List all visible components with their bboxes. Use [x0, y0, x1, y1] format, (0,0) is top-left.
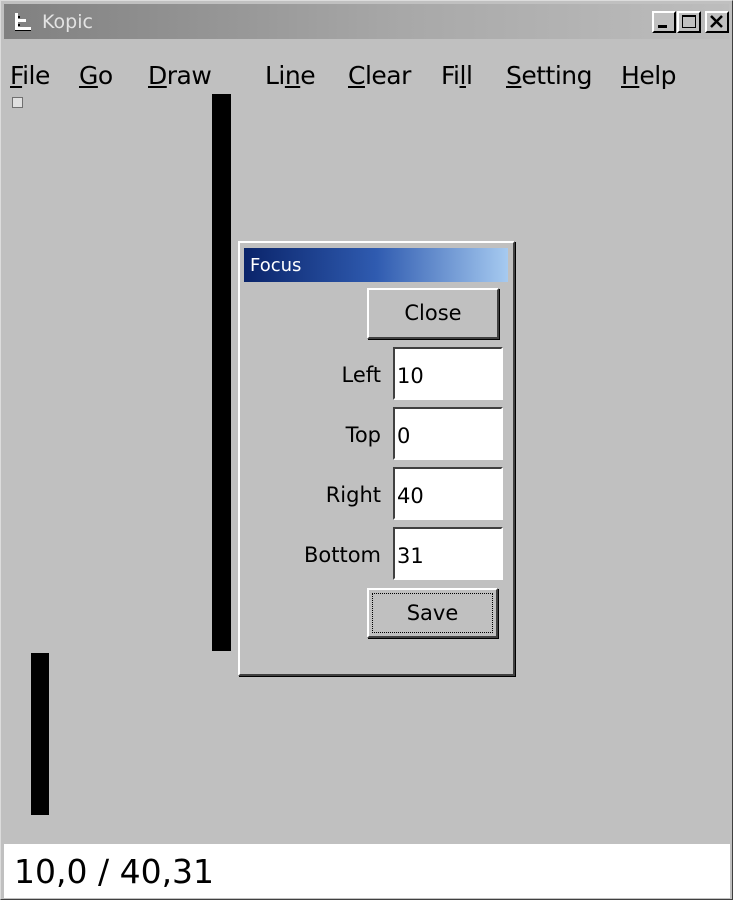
close-icon	[710, 15, 723, 28]
drawn-bar-tall	[212, 94, 231, 651]
dialog-close-label: Close	[404, 301, 462, 325]
bottom-label: Bottom	[303, 543, 381, 567]
menu-setting[interactable]: Setting	[506, 61, 593, 91]
bottom-input[interactable]: 31	[393, 527, 503, 580]
status-text: 10,0 / 40,31	[14, 852, 215, 891]
menu-go[interactable]: Go	[79, 61, 113, 91]
minimize-button[interactable]	[652, 11, 676, 33]
left-input[interactable]: 10	[393, 347, 503, 400]
top-label: Top	[345, 423, 381, 447]
status-area: 10,0 / 40,31	[4, 844, 730, 898]
title-bar[interactable]: Kopic	[4, 4, 729, 39]
maximize-icon	[682, 15, 696, 28]
dialog-save-button[interactable]: Save	[367, 588, 498, 638]
menu-bar: File Go Draw Line Clear Fill Setting Hel…	[4, 46, 729, 90]
maximize-button[interactable]	[677, 11, 701, 33]
right-label: Right	[325, 483, 381, 507]
main-window: Kopic File Go Draw Line Clear Fill Setti…	[0, 0, 733, 900]
menu-help[interactable]: Help	[621, 61, 677, 91]
dialog-close-button[interactable]: Close	[367, 288, 499, 339]
dialog-title-bar[interactable]: Focus	[244, 248, 508, 282]
menu-file[interactable]: File	[10, 61, 50, 91]
menu-fill[interactable]: Fill	[441, 61, 473, 91]
minimize-icon	[658, 25, 667, 28]
focus-ring	[372, 593, 493, 633]
right-input[interactable]: 40	[393, 467, 503, 520]
top-input[interactable]: 0	[393, 407, 503, 460]
dialog-title: Focus	[250, 255, 302, 276]
menu-draw[interactable]: Draw	[148, 61, 212, 91]
left-label: Left	[341, 363, 381, 387]
canvas-corner-box[interactable]	[12, 97, 23, 108]
focus-dialog: Focus Close Left 10 Top 0 Right 40 Botto…	[238, 241, 515, 676]
close-window-button[interactable]	[705, 11, 729, 33]
menu-clear[interactable]: Clear	[348, 61, 411, 91]
window-title: Kopic	[42, 11, 93, 33]
menu-line[interactable]: Line	[265, 61, 316, 91]
app-icon	[15, 13, 31, 31]
drawn-bar-short	[31, 653, 49, 815]
